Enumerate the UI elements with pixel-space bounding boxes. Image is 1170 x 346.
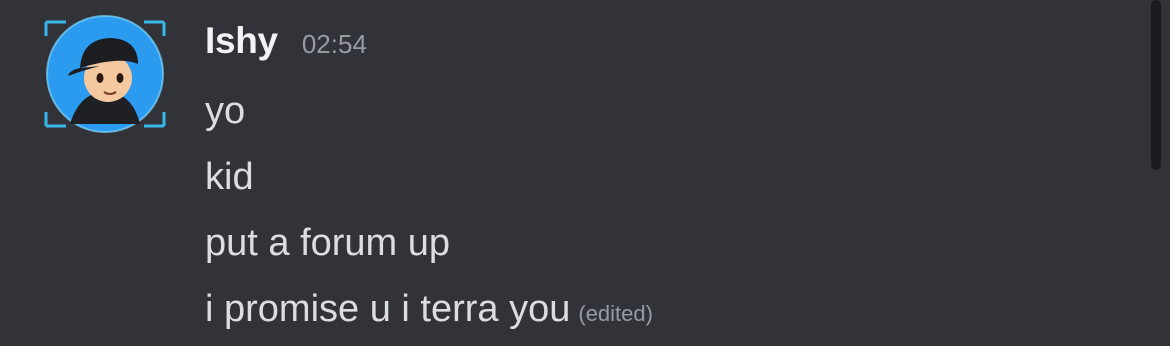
message-list: yo kid put a forum up i promise u i terr… <box>205 78 1105 342</box>
edited-label: (edited) <box>578 301 653 326</box>
user-avatar-icon <box>44 15 166 133</box>
chat-view: Ishy 02:54 yo kid put a forum up i promi… <box>0 0 1170 346</box>
message-line[interactable]: kid <box>205 144 1105 210</box>
username[interactable]: Ishy <box>205 20 278 62</box>
message-line[interactable]: i promise u i terra you (edited) <box>205 276 1105 342</box>
message-text: i promise u i terra you <box>205 288 571 330</box>
message-text: yo <box>205 90 246 132</box>
message-text: kid <box>205 156 254 198</box>
message-header: Ishy 02:54 <box>205 20 367 66</box>
message-line[interactable]: put a forum up <box>205 210 1105 276</box>
scrollbar[interactable] <box>1151 0 1161 170</box>
avatar[interactable] <box>40 12 170 136</box>
message-line[interactable]: yo <box>205 78 1105 144</box>
message-timestamp[interactable]: 02:54 <box>302 29 367 60</box>
message-text: put a forum up <box>205 222 451 264</box>
